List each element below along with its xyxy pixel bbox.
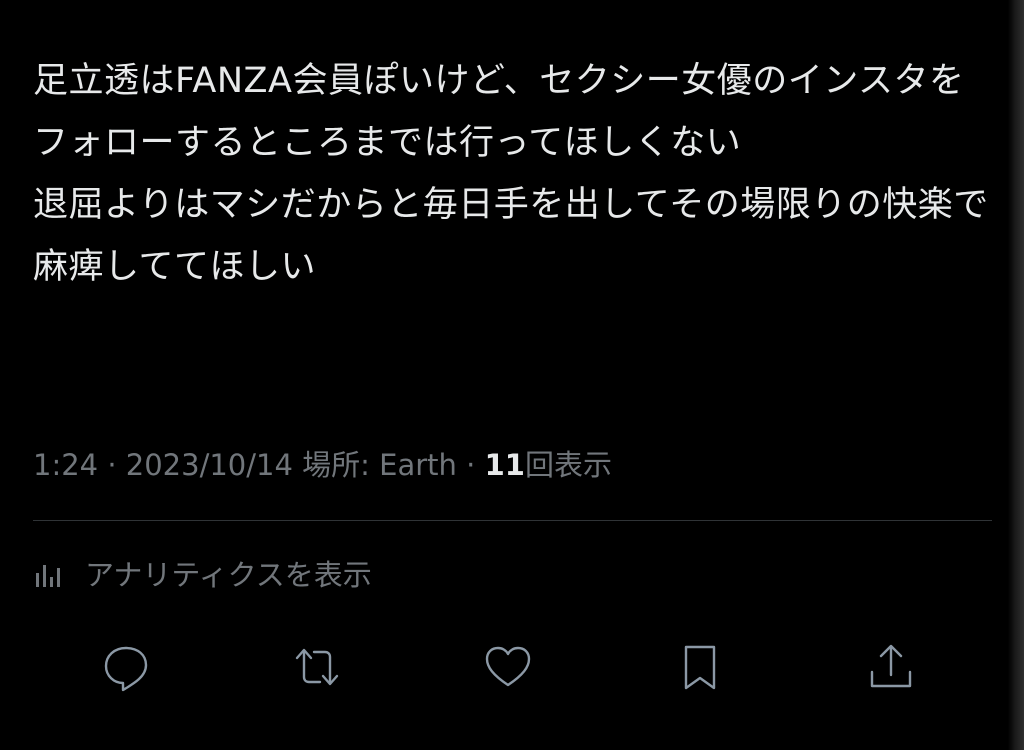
bar-chart-icon [33, 556, 67, 590]
views-count: 11 [484, 448, 525, 482]
tweet-date[interactable]: 2023/10/14 [126, 448, 293, 482]
heart-icon [485, 646, 531, 687]
bookmark-icon [684, 645, 716, 690]
meta-separator: · [456, 448, 485, 482]
tweet-body: 足立透はFANZA会員ぽいけど、セクシー女優のインスタをフォローするところまでは… [33, 50, 998, 298]
analytics-label: アナリティクスを表示 [85, 558, 372, 592]
tweet-text: 足立透はFANZA会員ぽいけど、セクシー女優のインスタをフォローするところまでは… [33, 61, 989, 287]
tweet-location: Earth [379, 448, 457, 482]
tweet-time[interactable]: 1:24 [33, 448, 98, 482]
reply-icon [104, 646, 148, 692]
share-icon [870, 644, 912, 688]
tweet-actions-bar [0, 632, 1008, 702]
like-button[interactable] [478, 632, 538, 702]
reply-button[interactable] [96, 632, 156, 702]
retweet-button[interactable] [287, 632, 347, 702]
view-analytics-button[interactable]: アナリティクスを表示 [33, 548, 372, 598]
retweet-icon [295, 648, 339, 686]
window-edge [1008, 0, 1024, 750]
meta-separator: · [98, 448, 126, 482]
tweet-meta: 1:24 · 2023/10/14 場所: Earth · 11回表示 [33, 440, 612, 490]
divider [33, 520, 992, 521]
bookmark-button[interactable] [670, 632, 730, 702]
share-button[interactable] [861, 632, 921, 702]
location-label: 場所: [292, 448, 380, 482]
views-label: 回表示 [524, 448, 612, 482]
